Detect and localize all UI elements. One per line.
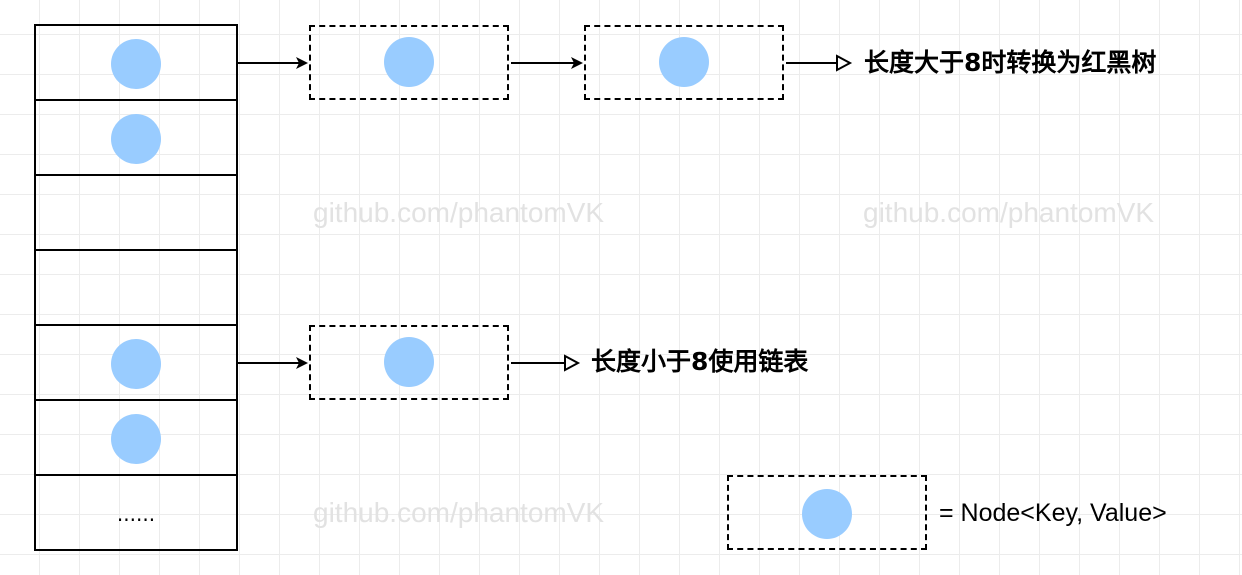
- arrows: [236, 54, 853, 372]
- linked-list-label: 长度小于8使用链表: [591, 347, 809, 376]
- hashmap-diagram: github.com/phantomVK github.com/phantomV…: [0, 0, 1242, 575]
- arrow-open: [786, 54, 853, 72]
- tree-conversion-label: 长度大于8时转换为红黑树: [864, 48, 1157, 77]
- arrow-open: [511, 354, 581, 372]
- legend-label: = Node<Key, Value>: [939, 499, 1167, 527]
